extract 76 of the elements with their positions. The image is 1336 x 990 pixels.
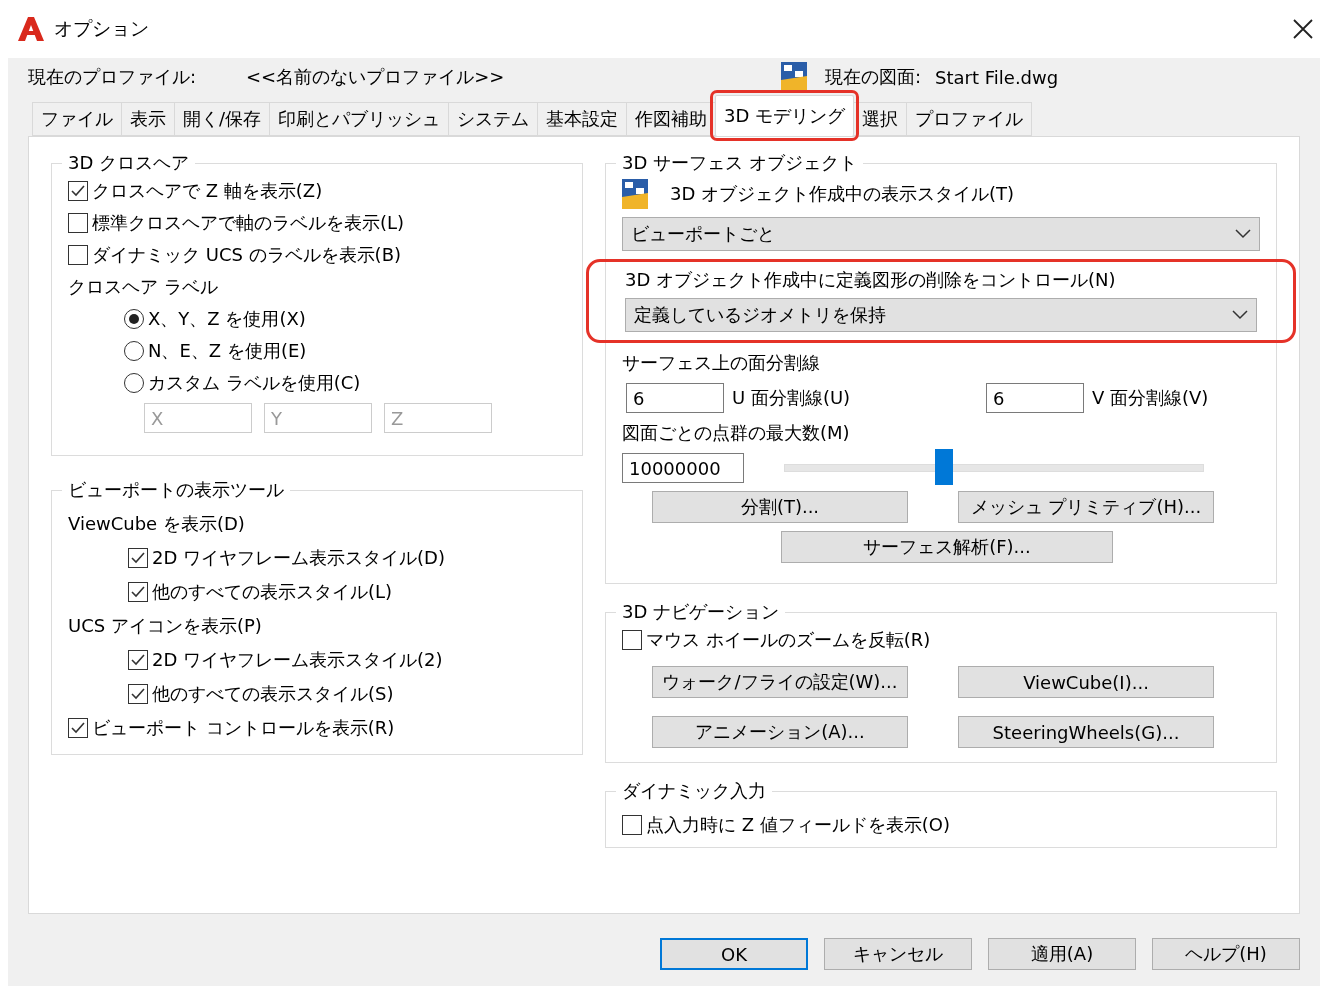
tab[interactable]: 表示	[121, 102, 175, 136]
dialog-button[interactable]: キャンセル	[824, 938, 972, 970]
style-dropdown[interactable]: ビューポートごと	[622, 217, 1260, 251]
group-title: 3D サーフェス オブジェクト	[621, 151, 858, 175]
radio-button[interactable]	[124, 309, 144, 329]
radio-button[interactable]	[124, 341, 144, 361]
checkbox-label: 2D ワイヤフレーム表示スタイル(D)	[152, 546, 445, 570]
field-label: U 面分割線(U)	[732, 386, 852, 410]
max-input-field[interactable]: 10000000	[622, 453, 744, 483]
cube-style-icon	[622, 179, 648, 209]
dialog-button[interactable]: アニメーション(A)...	[652, 716, 908, 748]
radio-label: N、E、Z を使用(E)	[148, 339, 307, 363]
control-dropdown[interactable]: 定義しているジオメトリを保持	[625, 298, 1257, 332]
checkbox[interactable]	[128, 582, 148, 602]
dialog-button[interactable]: 適用(A)	[988, 938, 1136, 970]
dialog-button[interactable]: ウォーク/フライの設定(W)...	[652, 666, 908, 698]
tab[interactable]: 開く/保存	[174, 102, 271, 136]
checkbox-label: クロスヘアで Z 軸を表示(Z)	[92, 179, 323, 203]
field-label: V 面分割線(V)	[1092, 386, 1209, 410]
app-logo-icon	[18, 17, 44, 41]
checkbox-label: 点入力時に Z 値フィールドを表示(O)	[646, 813, 950, 837]
dialog-button[interactable]: メッシュ プリミティブ(H)...	[958, 491, 1214, 523]
chevron-icon	[1232, 310, 1248, 320]
drawing-name: Start File.dwg	[935, 66, 1059, 88]
u-input-field[interactable]: 6	[626, 383, 724, 413]
tab[interactable]: ファイル	[32, 102, 122, 136]
section-label: ViewCube を表示(D)	[68, 512, 245, 536]
checkbox-label: 2D ワイヤフレーム表示スタイル(2)	[152, 648, 443, 672]
checkbox-label: ビューポート コントロールを表示(R)	[92, 716, 395, 740]
dialog-button[interactable]: ViewCube(I)...	[958, 666, 1214, 698]
checkbox[interactable]	[622, 630, 642, 650]
group-title: 3D ナビゲーション	[621, 600, 781, 624]
section-label: UCS アイコンを表示(P)	[68, 614, 262, 638]
profile-name: <<名前のないプロファイル>>	[246, 65, 506, 89]
radio-button[interactable]	[124, 373, 144, 393]
dialog-button[interactable]: ヘルプ(H)	[1152, 938, 1300, 970]
slider-thumb[interactable]	[934, 449, 953, 485]
checkbox[interactable]	[622, 815, 642, 835]
tab[interactable]: 印刷とパブリッシュ	[269, 102, 450, 136]
field-label: 3D オブジェクト作成中に定義図形の削除をコントロール(N)	[625, 268, 1117, 292]
checkbox-label: マウス ホイールのズームを反転(R)	[646, 628, 931, 652]
chevron-icon	[1235, 229, 1251, 239]
v-input-field[interactable]: 6	[986, 383, 1084, 413]
checkbox-label: ダイナミック UCS のラベルを表示(B)	[92, 243, 401, 267]
checkbox[interactable]	[128, 684, 148, 704]
field-label: 図面ごとの点群の最大数(M)	[622, 421, 850, 445]
checkbox[interactable]	[128, 548, 148, 568]
checkbox-label: 他のすべての表示スタイル(L)	[152, 580, 393, 604]
section-label: クロスヘア ラベル	[68, 275, 218, 299]
radio-label: X、Y、Z を使用(X)	[148, 307, 306, 331]
tab[interactable]: 基本設定	[537, 102, 628, 136]
dialog-button[interactable]: 分割(T)...	[652, 491, 908, 523]
tab[interactable]: 作図補助	[626, 102, 717, 136]
profile-label: 現在のプロファイル:	[28, 65, 198, 89]
window-title: オプション	[54, 16, 150, 41]
dialog-button[interactable]: サーフェス解析(F)...	[781, 531, 1113, 563]
checkbox[interactable]	[68, 245, 88, 265]
group-title: ダイナミック入力	[621, 779, 767, 803]
group-title: ビューポートの表示ツール	[67, 478, 285, 502]
group-title: 3D クロスヘア	[67, 151, 191, 175]
checkbox[interactable]	[68, 718, 88, 738]
section-label: サーフェス上の面分割線	[622, 351, 820, 375]
radio-label: カスタム ラベルを使用(C)	[148, 371, 361, 395]
drawing-label: 現在の図面:	[825, 65, 922, 89]
checkbox-label: 標準クロスヘアで軸のラベルを表示(L)	[92, 211, 405, 235]
checkbox-label: 他のすべての表示スタイル(S)	[152, 682, 394, 706]
checkbox[interactable]	[68, 181, 88, 201]
dialog-button[interactable]: SteeringWheels(G)...	[958, 716, 1214, 748]
checkbox[interactable]	[128, 650, 148, 670]
cube-style-icon	[781, 62, 807, 92]
dialog-button[interactable]: OK	[660, 938, 808, 970]
checkbox[interactable]	[68, 213, 88, 233]
tab[interactable]: プロファイル	[906, 102, 1033, 136]
tab[interactable]: 選択	[853, 102, 908, 136]
tab[interactable]: システム	[448, 102, 539, 136]
field-label: 3D オブジェクト作成中の表示スタイル(T)	[670, 182, 1015, 206]
